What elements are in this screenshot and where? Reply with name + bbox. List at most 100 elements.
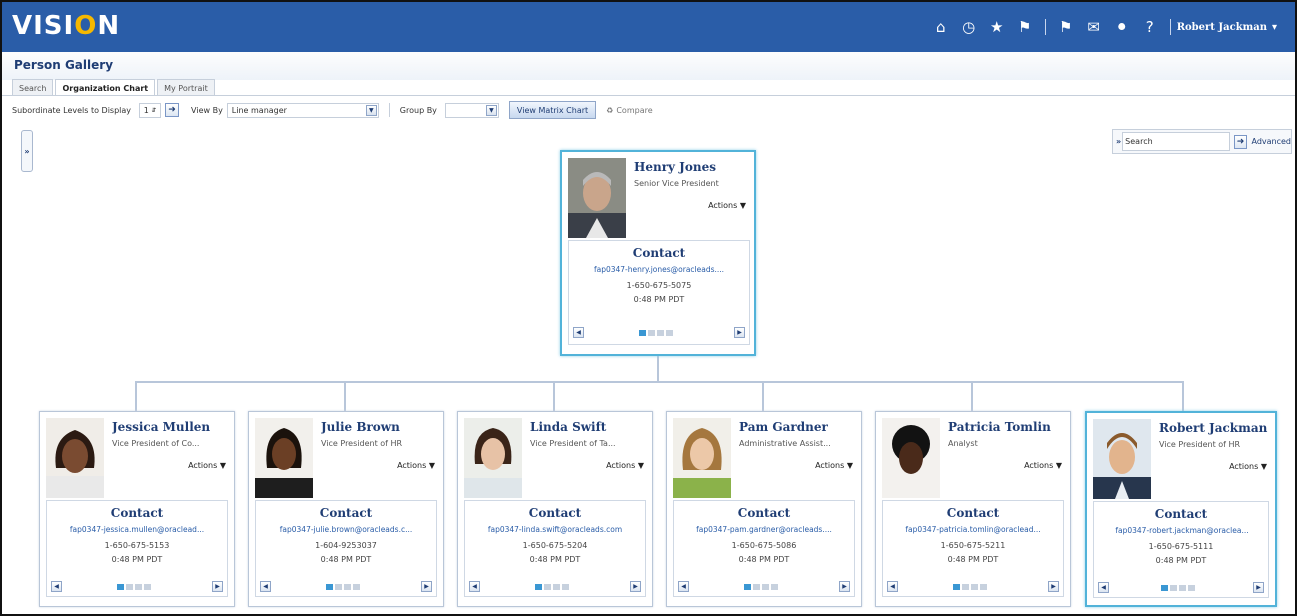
person-name[interactable]: Linda Swift <box>530 420 648 434</box>
indicator-dot[interactable] <box>117 584 124 590</box>
email-link[interactable]: fap0347-jessica.mullen@oraclead... <box>49 525 225 534</box>
indicator-dot[interactable] <box>962 584 969 590</box>
indicator-dot[interactable] <box>326 584 333 590</box>
next-panel-button[interactable]: ▶ <box>421 581 432 592</box>
next-panel-button[interactable]: ▶ <box>839 581 850 592</box>
prev-panel-button[interactable]: ◀ <box>469 581 480 592</box>
person-card-manager[interactable]: Henry Jones Senior Vice President Action… <box>560 150 756 356</box>
indicator-dot[interactable] <box>1179 585 1186 591</box>
actions-menu[interactable]: Actions ▼ <box>1229 462 1267 471</box>
compare-label: Compare <box>616 105 653 115</box>
person-name[interactable]: Patricia Tomlin <box>948 420 1066 434</box>
indicator-dot[interactable] <box>971 584 978 590</box>
panel-indicator <box>117 584 151 590</box>
indicator-dot[interactable] <box>953 584 960 590</box>
user-menu[interactable]: Robert Jackman ▾ <box>1177 22 1277 33</box>
group-by-select[interactable]: ▼ <box>444 102 499 118</box>
next-panel-button[interactable]: ▶ <box>734 327 745 338</box>
person-card-robert-jackman[interactable]: Robert Jackman Vice President of HR Acti… <box>1085 411 1277 607</box>
next-panel-button[interactable]: ▶ <box>1048 581 1059 592</box>
view-matrix-chart-button[interactable]: View Matrix Chart <box>508 101 597 119</box>
tab-organization-chart[interactable]: Organization Chart <box>55 79 156 96</box>
email-link[interactable]: fap0347-linda.swift@oracleads.com <box>467 525 643 534</box>
levels-stepper[interactable]: 1 ⇵ <box>139 102 162 118</box>
actions-menu[interactable]: Actions ▼ <box>397 461 435 470</box>
person-name[interactable]: Jessica Mullen <box>112 420 230 434</box>
indicator-dot[interactable] <box>126 584 133 590</box>
prev-panel-button[interactable]: ◀ <box>678 581 689 592</box>
compare-button[interactable]: ♻ Compare <box>606 106 652 115</box>
prev-panel-button[interactable]: ◀ <box>51 581 62 592</box>
search-go-button[interactable]: ➜ <box>1233 134 1248 149</box>
indicator-dot[interactable] <box>344 584 351 590</box>
person-name[interactable]: Julie Brown <box>321 420 439 434</box>
indicator-dot[interactable] <box>135 584 142 590</box>
actions-menu[interactable]: Actions ▼ <box>1024 461 1062 470</box>
expand-panel-button[interactable]: » <box>21 130 33 172</box>
email-link[interactable]: fap0347-robert.jackman@oraclea... <box>1096 526 1268 535</box>
tab-my-portrait[interactable]: My Portrait <box>157 79 215 96</box>
home-icon[interactable]: ⌂ <box>927 18 955 36</box>
search-input[interactable]: Search <box>1122 132 1230 151</box>
indicator-dot[interactable] <box>771 584 778 590</box>
indicator-dot[interactable] <box>753 584 760 590</box>
indicator-dot[interactable] <box>553 584 560 590</box>
actions-menu[interactable]: Actions ▼ <box>606 461 644 470</box>
indicator-dot[interactable] <box>762 584 769 590</box>
flag-icon[interactable]: ⚑ <box>1011 18 1039 36</box>
email-link[interactable]: fap0347-pam.gardner@oracleads.... <box>676 525 852 534</box>
prev-panel-button[interactable]: ◀ <box>887 581 898 592</box>
actions-menu[interactable]: Actions ▼ <box>815 461 853 470</box>
person-card-jessica-mullen[interactable]: Jessica Mullen Vice President of Co... A… <box>39 411 235 607</box>
next-panel-button[interactable]: ▶ <box>1253 582 1264 593</box>
arrow-left-icon: ◀ <box>576 329 581 336</box>
indicator-dot[interactable] <box>666 330 673 336</box>
indicator-dot[interactable] <box>1188 585 1195 591</box>
arrow-right-icon: ▶ <box>842 583 847 590</box>
prev-panel-button[interactable]: ◀ <box>260 581 271 592</box>
person-card-linda-swift[interactable]: Linda Swift Vice President of Ta... Acti… <box>457 411 653 607</box>
arrow-right-icon: ▶ <box>1256 584 1261 591</box>
indicator-dot[interactable] <box>535 584 542 590</box>
tab-search[interactable]: Search <box>12 79 54 96</box>
levels-go-button[interactable]: ➜ <box>165 103 180 117</box>
indicator-dot[interactable] <box>335 584 342 590</box>
accessibility-icon[interactable]: ⚫ <box>1108 18 1136 36</box>
indicator-dot[interactable] <box>980 584 987 590</box>
advanced-search-link[interactable]: Advanced <box>1251 137 1291 146</box>
next-panel-button[interactable]: ▶ <box>630 581 641 592</box>
notifications-icon[interactable]: ⚑ <box>1052 18 1080 36</box>
view-by-select[interactable]: Line manager ▼ <box>226 102 379 118</box>
local-time: 0:48 PM PDT <box>1155 556 1207 565</box>
indicator-dot[interactable] <box>657 330 664 336</box>
prev-panel-button[interactable]: ◀ <box>573 327 584 338</box>
person-card-julie-brown[interactable]: Julie Brown Vice President of HR Actions… <box>248 411 444 607</box>
indicator-dot[interactable] <box>744 584 751 590</box>
actions-menu[interactable]: Actions ▼ <box>708 201 746 210</box>
person-name[interactable]: Henry Jones <box>634 160 752 174</box>
prev-panel-button[interactable]: ◀ <box>1098 582 1109 593</box>
vision-logo[interactable]: VISION <box>12 11 120 41</box>
indicator-dot[interactable] <box>639 330 646 336</box>
levels-value: 1 <box>143 105 149 115</box>
indicator-dot[interactable] <box>1161 585 1168 591</box>
person-name[interactable]: Robert Jackman <box>1159 421 1277 435</box>
indicator-dot[interactable] <box>648 330 655 336</box>
email-link[interactable]: fap0347-henry.jones@oracleads.... <box>571 265 747 274</box>
indicator-dot[interactable] <box>544 584 551 590</box>
email-link[interactable]: fap0347-julie.brown@oracleads.c... <box>258 525 434 534</box>
indicator-dot[interactable] <box>562 584 569 590</box>
person-card-patricia-tomlin[interactable]: Patricia Tomlin Analyst Actions ▼ Contac… <box>875 411 1071 607</box>
next-panel-button[interactable]: ▶ <box>212 581 223 592</box>
recent-icon[interactable]: ◷ <box>955 18 983 36</box>
indicator-dot[interactable] <box>353 584 360 590</box>
favorites-icon[interactable]: ★ <box>983 18 1011 36</box>
person-name[interactable]: Pam Gardner <box>739 420 857 434</box>
indicator-dot[interactable] <box>1170 585 1177 591</box>
help-icon[interactable]: ? <box>1136 18 1164 36</box>
actions-menu[interactable]: Actions ▼ <box>188 461 226 470</box>
person-card-pam-gardner[interactable]: Pam Gardner Administrative Assist... Act… <box>666 411 862 607</box>
indicator-dot[interactable] <box>144 584 151 590</box>
messages-icon[interactable]: ✉ <box>1080 18 1108 36</box>
email-link[interactable]: fap0347-patricia.tomlin@oraclead... <box>885 525 1061 534</box>
